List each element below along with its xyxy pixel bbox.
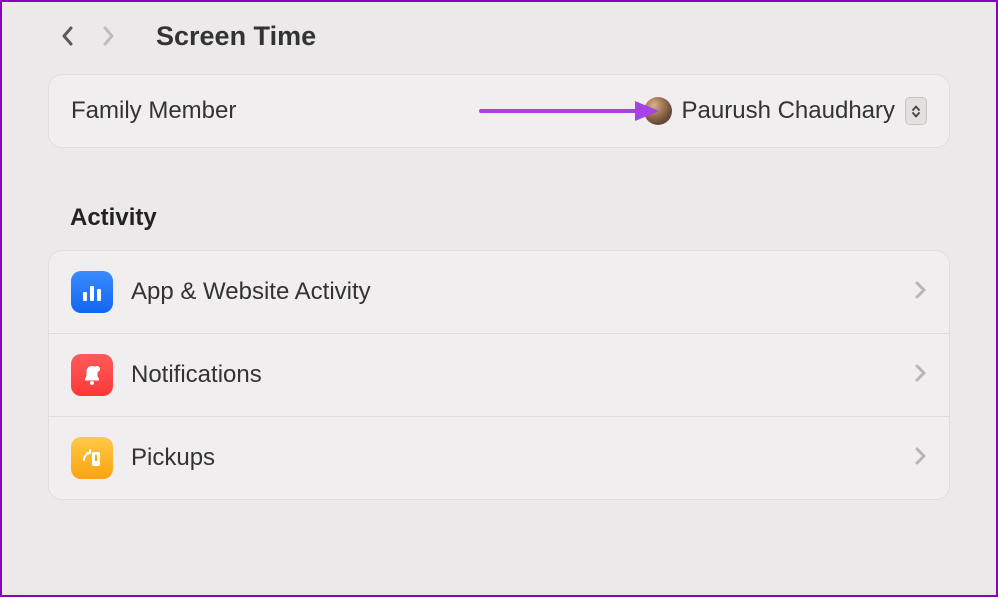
row-notifications[interactable]: Notifications xyxy=(49,333,949,416)
row-app-website-activity[interactable]: App & Website Activity xyxy=(49,251,949,333)
family-member-selector[interactable]: Paurush Chaudhary xyxy=(644,97,927,125)
row-label: Pickups xyxy=(131,444,895,472)
chevron-right-icon xyxy=(913,363,927,388)
annotation-arrow-icon xyxy=(479,99,659,123)
family-member-row[interactable]: Family Member Paurush Chaudhary xyxy=(49,75,949,147)
nav-back-button[interactable] xyxy=(52,20,84,52)
pickup-phone-icon xyxy=(71,437,113,479)
page-title: Screen Time xyxy=(156,21,316,52)
bell-icon xyxy=(71,354,113,396)
up-down-stepper-icon[interactable] xyxy=(905,97,927,125)
header-bar: Screen Time xyxy=(2,20,996,74)
family-member-label: Family Member xyxy=(71,97,236,125)
row-label: App & Website Activity xyxy=(131,278,895,306)
family-member-name: Paurush Chaudhary xyxy=(682,97,895,125)
activity-section-title: Activity xyxy=(70,204,996,232)
chevron-right-icon xyxy=(913,446,927,471)
activity-card: App & Website Activity Notifications xyxy=(48,250,950,500)
chevron-right-icon xyxy=(913,280,927,305)
nav-forward-button xyxy=(92,20,124,52)
avatar xyxy=(644,97,672,125)
row-label: Notifications xyxy=(131,361,895,389)
family-card: Family Member Paurush Chaudhary xyxy=(48,74,950,148)
bar-chart-icon xyxy=(71,271,113,313)
row-pickups[interactable]: Pickups xyxy=(49,416,949,499)
